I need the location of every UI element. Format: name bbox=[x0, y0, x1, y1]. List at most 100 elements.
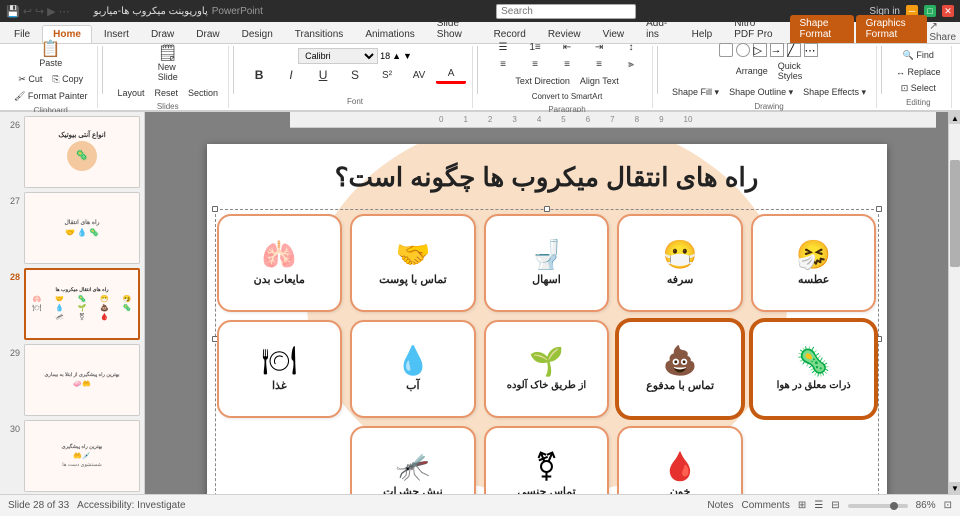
line-spacing-button[interactable]: ↕ bbox=[616, 40, 646, 55]
item-تماس-پوست[interactable]: 🤝 تماس با پوست bbox=[350, 214, 476, 312]
shape-line[interactable]: ╱ bbox=[787, 43, 801, 57]
tab-nitro[interactable]: Nitro PDF Pro bbox=[724, 15, 787, 43]
tab-animations[interactable]: Animations bbox=[355, 26, 424, 43]
convert-smartart-button[interactable]: Convert to SmartArt bbox=[528, 90, 607, 103]
indent-more-button[interactable]: ⇥ bbox=[584, 40, 614, 55]
view-normal-icon[interactable]: ⊞ bbox=[798, 500, 806, 511]
slide-thumb-28[interactable]: 28 راه های انتقال میکروب ها 🫁 🤝 🦠 😷 🤧 🍽 … bbox=[4, 268, 140, 340]
slide-canvas[interactable]: راه های انتقال میکروب ها چگونه است؟ 🫁 ما… bbox=[207, 144, 887, 494]
select-button[interactable]: ⊡ Select bbox=[897, 81, 940, 96]
item-اسهال[interactable]: 🚽 اسهال bbox=[484, 214, 610, 312]
item-سرفه[interactable]: 😷 سرفه bbox=[617, 214, 743, 312]
comments-button[interactable]: Comments bbox=[741, 500, 789, 511]
slide-thumb-30[interactable]: 30 بهترین راه پیشگیری 🤲💉 شستشوی دست ها bbox=[4, 420, 140, 492]
scroll-down-button[interactable]: ▼ bbox=[949, 482, 960, 494]
item-خون[interactable]: 🩸 خون bbox=[617, 426, 743, 494]
present-icon[interactable]: ▶ bbox=[47, 5, 55, 18]
shape-outline-button[interactable]: Shape Outline ▾ bbox=[725, 85, 797, 100]
new-slide-button[interactable]: 🗒 NewSlide bbox=[153, 44, 183, 84]
handle-tl[interactable] bbox=[212, 206, 218, 212]
align-center-button[interactable]: ≡ bbox=[520, 57, 550, 72]
shape-effects-button[interactable]: Shape Effects ▾ bbox=[799, 85, 870, 100]
indent-less-button[interactable]: ⇤ bbox=[552, 40, 582, 55]
paste-button[interactable]: 📋 Paste bbox=[35, 40, 66, 70]
slide-thumb-26[interactable]: 26 انواع آنتی بیوتیک 🦠 bbox=[4, 116, 140, 188]
tab-draw1[interactable]: Draw bbox=[141, 26, 184, 43]
font-family-select[interactable]: Calibri bbox=[298, 48, 378, 64]
font-decrease-button[interactable]: ▼ bbox=[403, 51, 412, 61]
strikethrough-button[interactable]: S bbox=[340, 66, 370, 84]
tab-design[interactable]: Design bbox=[232, 26, 283, 43]
tab-addins[interactable]: Add-ins bbox=[636, 15, 680, 43]
find-button[interactable]: 🔍 Find bbox=[899, 48, 938, 63]
undo-icon[interactable]: ↩ bbox=[23, 5, 32, 18]
slide-img-30[interactable]: بهترین راه پیشگیری 🤲💉 شستشوی دست ها bbox=[24, 420, 140, 492]
scroll-track[interactable] bbox=[949, 124, 960, 482]
view-slide-icon[interactable]: ⊟ bbox=[831, 500, 839, 511]
item-مایعات-بدن[interactable]: 🫁 مایعات بدن bbox=[217, 214, 343, 312]
tab-slideshow[interactable]: Slide Show bbox=[427, 15, 482, 43]
tab-shape-format[interactable]: Shape Format bbox=[790, 15, 854, 43]
item-خاک-آلوده[interactable]: 🌱 از طریق خاک آلوده bbox=[484, 320, 610, 418]
tab-insert[interactable]: Insert bbox=[94, 26, 139, 43]
align-right-button[interactable]: ≡ bbox=[552, 57, 582, 72]
underline-button[interactable]: U bbox=[308, 66, 338, 84]
vertical-scrollbar[interactable]: ▲ ▼ bbox=[948, 112, 960, 494]
bullet-button[interactable]: ☰ bbox=[488, 40, 518, 55]
tab-draw2[interactable]: Draw bbox=[186, 26, 229, 43]
more-icon[interactable]: ⋯ bbox=[59, 5, 70, 18]
text-direction-button[interactable]: Text Direction bbox=[511, 74, 574, 88]
bold-button[interactable]: B bbox=[244, 66, 274, 84]
item-آب[interactable]: 💧 آب bbox=[350, 320, 476, 418]
zoom-slider[interactable] bbox=[848, 504, 908, 508]
item-تماس-جنسی[interactable]: ⚧ تماس جنسی bbox=[484, 426, 610, 494]
handle-tr[interactable] bbox=[876, 206, 882, 212]
shape-rect[interactable] bbox=[719, 43, 733, 57]
align-left-button[interactable]: ≡ bbox=[488, 57, 518, 72]
arrange-button[interactable]: Arrange bbox=[732, 64, 772, 78]
canvas-area[interactable]: 012345678910 راه های انتقال میکروب ها چگ… bbox=[145, 112, 948, 494]
shape-more[interactable]: ⋯ bbox=[804, 43, 818, 57]
align-text-button[interactable]: Align Text bbox=[576, 74, 623, 88]
replace-button[interactable]: ↔ Replace bbox=[892, 65, 945, 79]
zoom-level[interactable]: 86% bbox=[916, 500, 936, 511]
layout-button[interactable]: Layout bbox=[113, 86, 148, 100]
font-increase-button[interactable]: ▲ bbox=[392, 51, 401, 61]
tab-help[interactable]: Help bbox=[682, 26, 723, 43]
item-مدفوع[interactable]: 💩 تماس با مدفوع bbox=[617, 320, 743, 418]
zoom-thumb[interactable] bbox=[890, 502, 898, 510]
italic-button[interactable]: I bbox=[276, 66, 306, 84]
scroll-up-button[interactable]: ▲ bbox=[949, 112, 960, 124]
slide-thumb-27[interactable]: 27 راه های انتقال 🤝💧🦠 bbox=[4, 192, 140, 264]
item-عطسه[interactable]: 🤧 عطسه bbox=[751, 214, 877, 312]
slide-img-28[interactable]: راه های انتقال میکروب ها 🫁 🤝 🦠 😷 🤧 🍽 💧 🌱… bbox=[24, 268, 140, 340]
item-ذرات-هوا[interactable]: 🦠 ذرات معلق در هوا bbox=[751, 320, 877, 418]
tab-transitions[interactable]: Transitions bbox=[285, 26, 354, 43]
search-input[interactable] bbox=[496, 4, 636, 19]
close-button[interactable]: ✕ bbox=[942, 5, 954, 17]
shape-tri[interactable]: ▷ bbox=[753, 43, 767, 57]
tab-graphics-format[interactable]: Graphics Format bbox=[856, 15, 928, 43]
view-outline-icon[interactable]: ☰ bbox=[814, 500, 823, 511]
columns-button[interactable]: ⫸ bbox=[616, 57, 646, 72]
shadow-button[interactable]: S² bbox=[372, 68, 402, 83]
redo-icon[interactable]: ↪ bbox=[35, 5, 44, 18]
item-غذا[interactable]: 🍽 غذا bbox=[217, 320, 343, 418]
font-color-button[interactable]: A bbox=[436, 66, 466, 84]
slide-img-27[interactable]: راه های انتقال 🤝💧🦠 bbox=[24, 192, 140, 264]
shape-arrow[interactable]: → bbox=[770, 43, 784, 57]
shape-fill-button[interactable]: Shape Fill ▾ bbox=[668, 85, 723, 100]
slide-panel[interactable]: 26 انواع آنتی بیوتیک 🦠 27 راه های انتقال bbox=[0, 112, 145, 494]
slide-img-26[interactable]: انواع آنتی بیوتیک 🦠 bbox=[24, 116, 140, 188]
justify-button[interactable]: ≡ bbox=[584, 57, 614, 72]
notes-button[interactable]: Notes bbox=[707, 500, 733, 511]
accessibility-status[interactable]: Accessibility: Investigate bbox=[77, 500, 185, 511]
char-spacing-button[interactable]: AV bbox=[404, 68, 434, 83]
format-painter-button[interactable]: 🖌 Format Painter bbox=[10, 89, 91, 104]
scroll-thumb[interactable] bbox=[950, 160, 960, 267]
item-نیش-حشرات[interactable]: 🦟 نیش حشرات bbox=[350, 426, 476, 494]
section-button[interactable]: Section bbox=[184, 86, 222, 100]
handle-tc[interactable] bbox=[544, 206, 550, 212]
share-button[interactable]: ↗ Share bbox=[929, 21, 956, 43]
save-icon[interactable]: 💾 bbox=[6, 5, 20, 18]
